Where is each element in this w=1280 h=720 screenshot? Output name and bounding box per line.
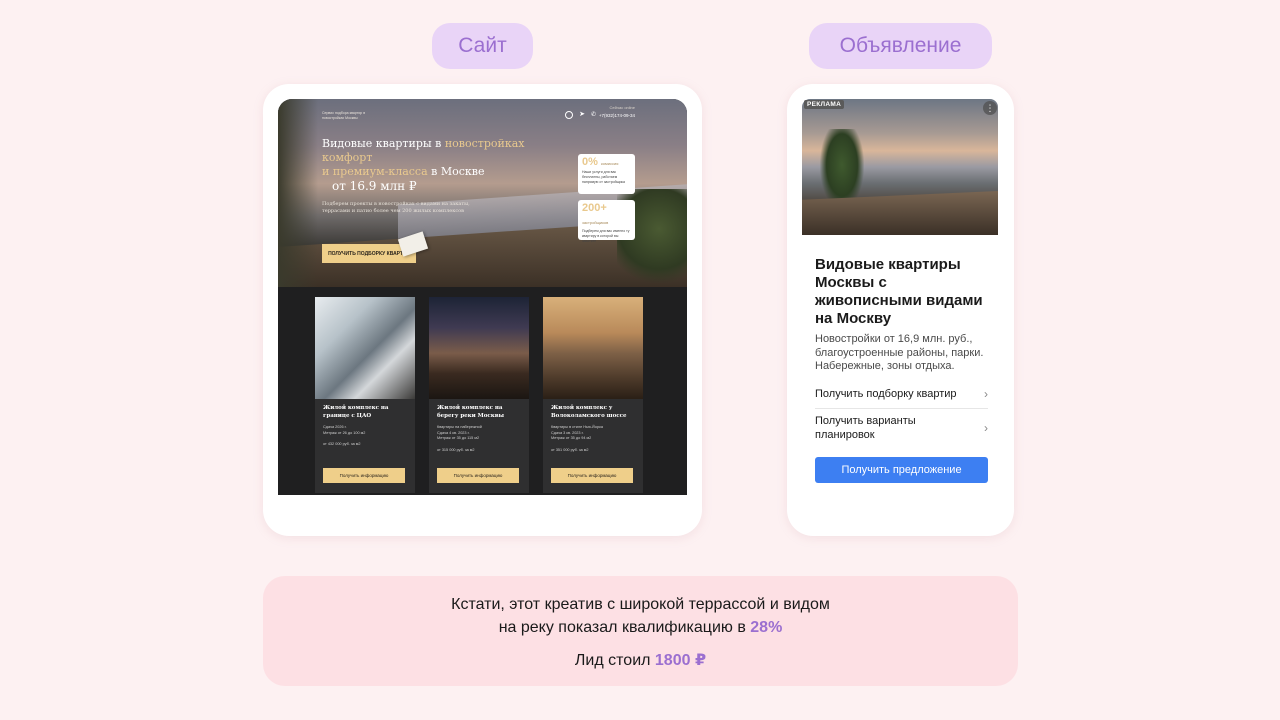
project-photo xyxy=(543,297,643,399)
project-info-button[interactable]: Получить информацию xyxy=(437,468,519,483)
ad-badge: РЕКЛАМА xyxy=(804,100,845,109)
hero-tree-left xyxy=(278,99,318,287)
ad-photo-plants xyxy=(820,129,864,209)
project-info-button[interactable]: Получить информацию xyxy=(323,468,405,483)
project-photo xyxy=(315,297,415,399)
projects-section: Жилой комплекс на границе с ЦАО Сдача 20… xyxy=(278,287,687,495)
more-options-icon[interactable]: ⋮ xyxy=(983,101,997,115)
project-card: Жилой комплекс у Волоколамского шоссе Кв… xyxy=(543,297,643,493)
site-label: Сайт xyxy=(432,23,533,69)
ad-label: Объявление xyxy=(809,23,992,69)
ad-preview-card: РЕКЛАМА ⋮ Видовые квартиры Москвы с живо… xyxy=(787,84,1014,536)
site-brand: Сервис подбора квартир в новостройках Мо… xyxy=(322,111,366,120)
whatsapp-icon[interactable] xyxy=(565,111,573,119)
project-info-button[interactable]: Получить информацию xyxy=(551,468,633,483)
stat-developers: 200+ застройщиков Подберем для вас именно… xyxy=(578,200,635,243)
site-hero: Сервис подбора квартир в новостройках Мо… xyxy=(278,99,687,287)
ad-description: Новостройки от 16,9 млн. руб., благоустр… xyxy=(815,333,984,372)
ad-title[interactable]: Видовые квартиры Москвы с живописными ви… xyxy=(815,256,990,328)
chevron-right-icon: › xyxy=(984,387,988,401)
chevron-right-icon: › xyxy=(984,420,988,435)
result-note: Кстати, этот креатив с широкой террассой… xyxy=(263,576,1018,686)
divider xyxy=(815,408,988,409)
project-photo xyxy=(429,297,529,399)
telegram-icon[interactable]: ➤ xyxy=(579,110,585,118)
qualification-value: 28% xyxy=(750,619,783,636)
note-line-1: Кстати, этот креатив с широкой террассой… xyxy=(451,596,830,613)
site-preview-card: Сервис подбора квартир в новостройках Мо… xyxy=(263,84,702,536)
ad-link-apartments[interactable]: Получить подборку квартир › xyxy=(815,387,988,402)
get-offer-button[interactable]: Получить предложение xyxy=(815,457,988,483)
stat-commission: 0% комиссия Наши услуги для вас бесплатн… xyxy=(578,154,635,194)
hero-price: от 16.9 млн ₽ xyxy=(332,179,417,193)
site-screenshot: Сервис подбора квартир в новостройках Мо… xyxy=(278,99,687,495)
ad-link-layouts[interactable]: Получить варианты планировок › xyxy=(815,415,988,442)
site-phone[interactable]: +7(932)174-09-34 xyxy=(599,113,635,118)
note-line-2: на реку показал квалификацию в 28% xyxy=(498,619,783,636)
online-status: Сейчас online xyxy=(609,105,635,110)
project-card: Жилой комплекс на границе с ЦАО Сдача 20… xyxy=(315,297,415,493)
ad-photo[interactable] xyxy=(802,99,998,235)
note-line-3: Лид стоил 1800 ₽ xyxy=(574,652,707,669)
hero-title: Видовые квартиры в новостройках комфорт … xyxy=(322,137,552,193)
lead-cost-value: 1800 ₽ xyxy=(654,652,707,669)
project-card: Жилой комплекс на берегу реки Москвы Ква… xyxy=(429,297,529,493)
hero-subtitle: Подберем проекты в новостройках с видами… xyxy=(322,201,470,214)
phone-icon: ✆ xyxy=(590,112,596,118)
